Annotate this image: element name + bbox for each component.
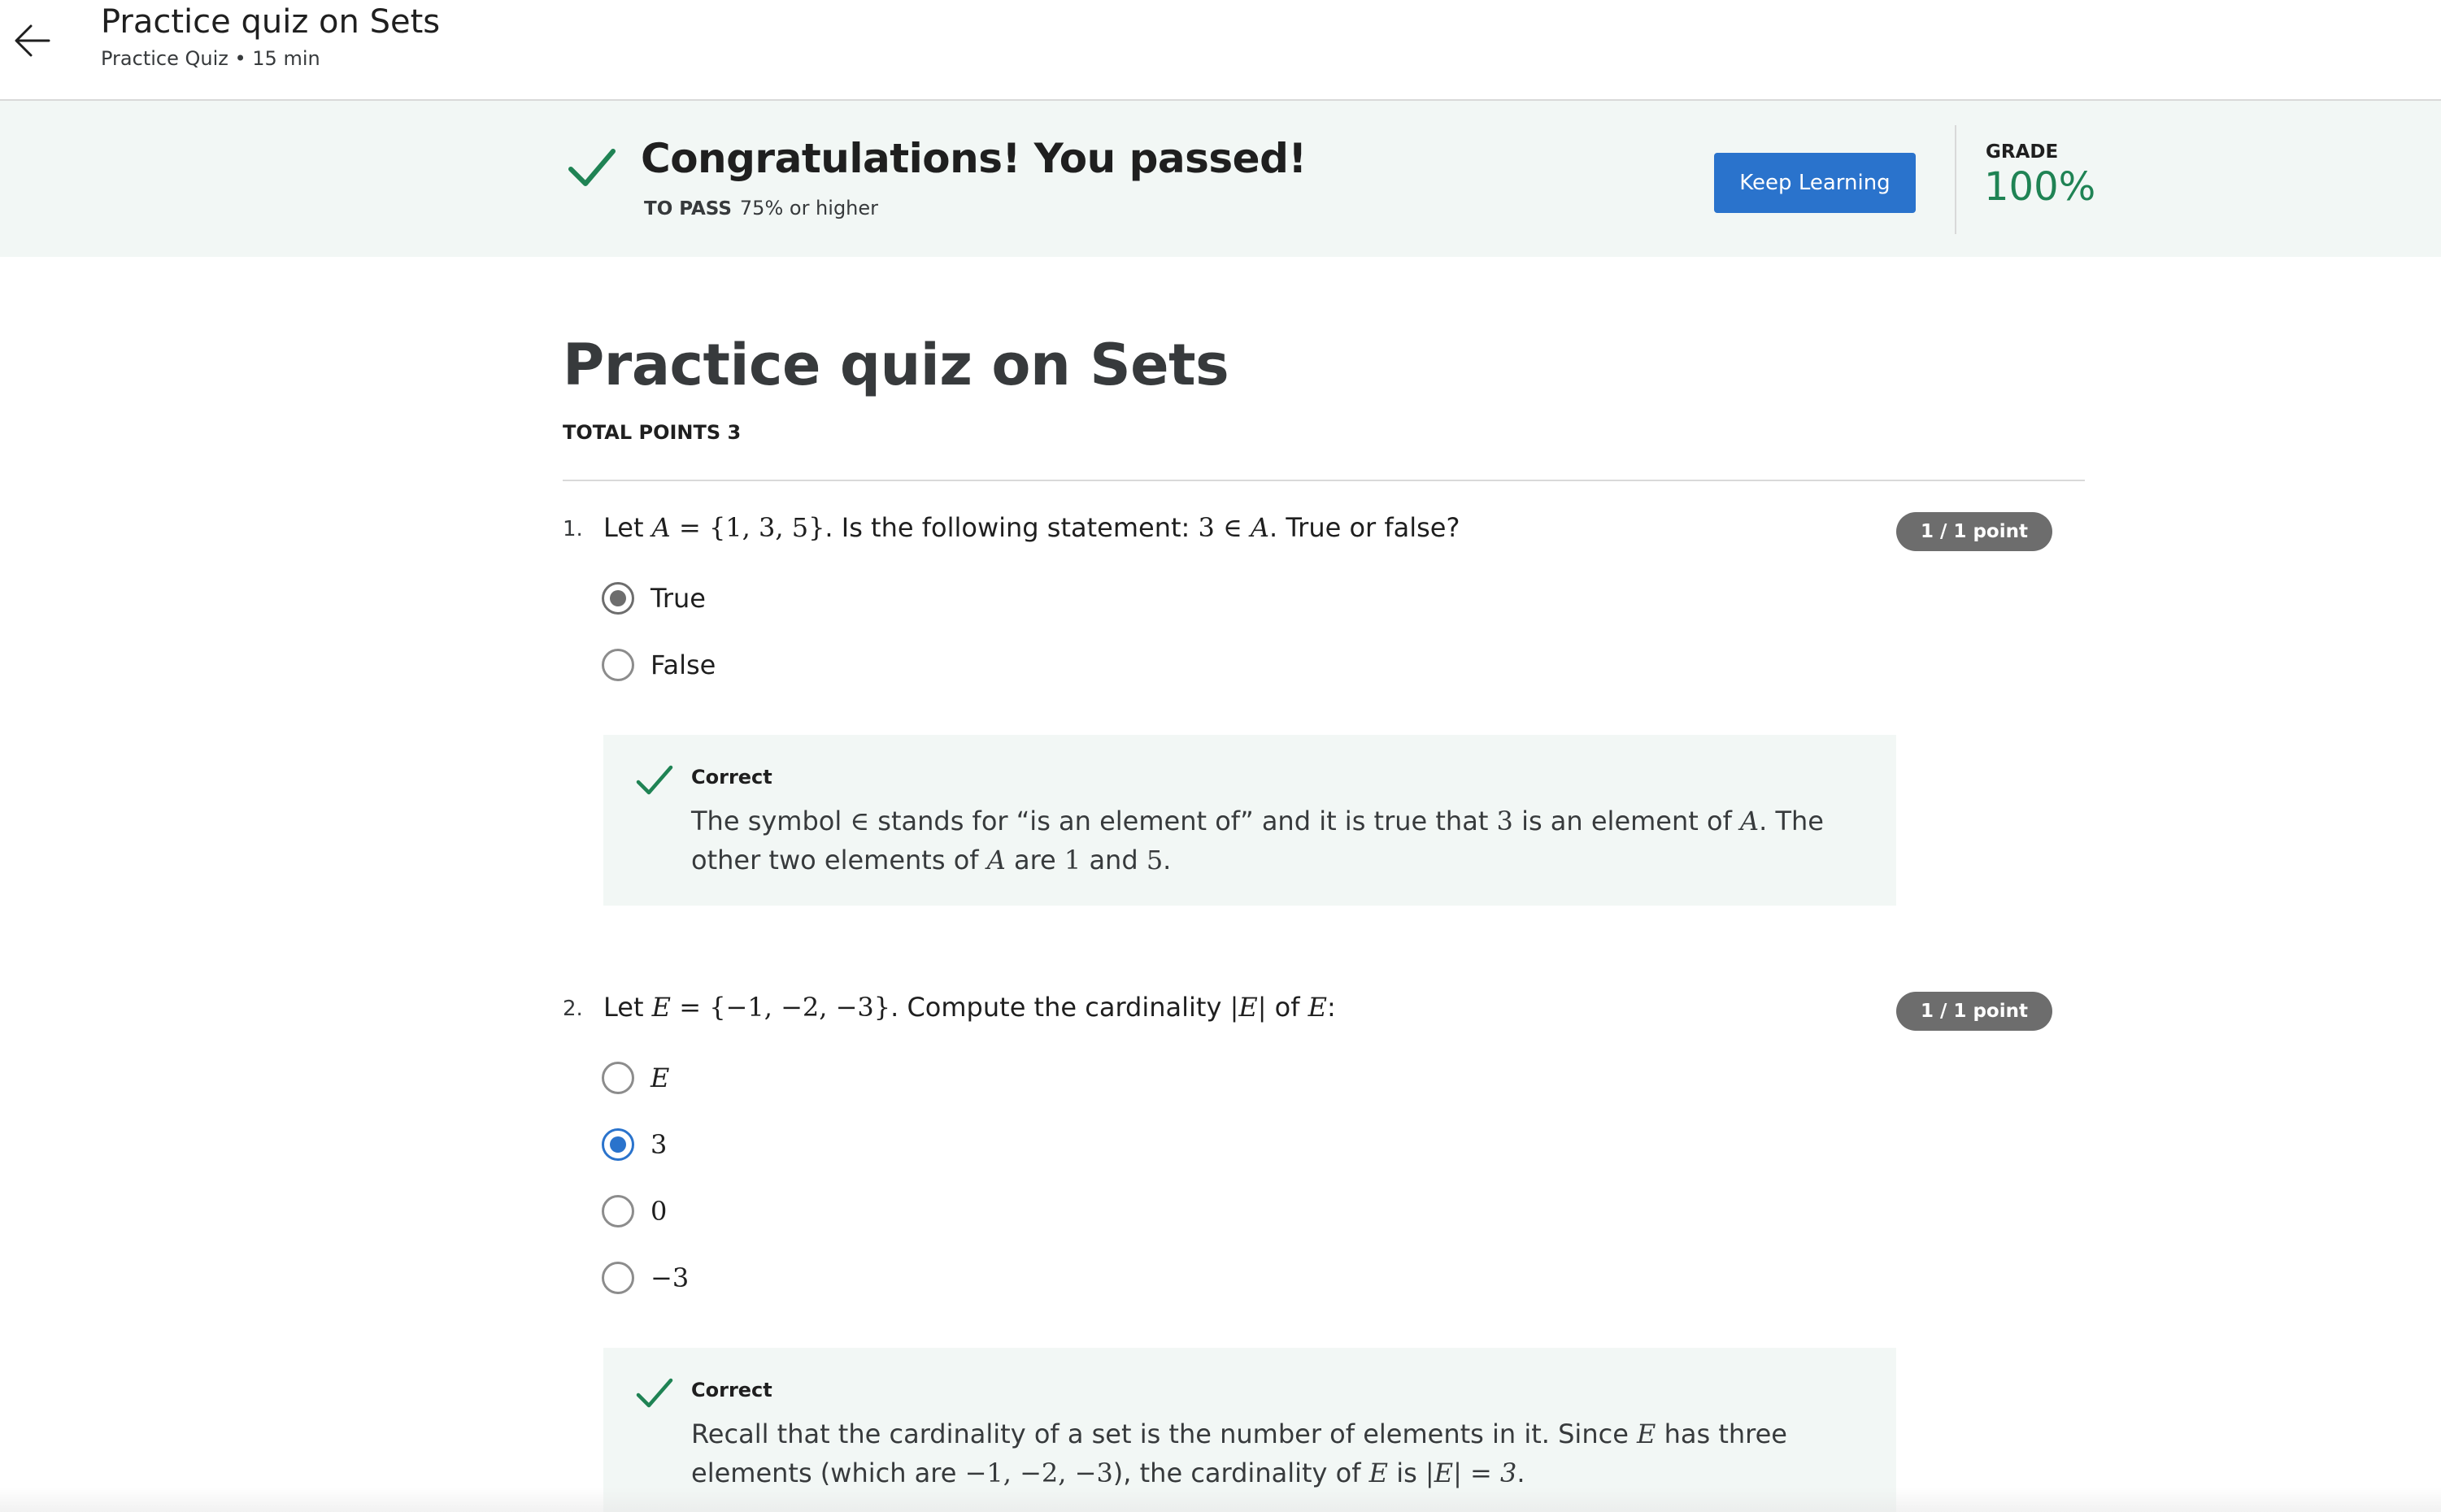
answer-option-minus-3[interactable]: −3 bbox=[602, 1258, 689, 1297]
radio-button[interactable] bbox=[602, 582, 634, 615]
option-label: False bbox=[650, 650, 716, 680]
divider bbox=[563, 480, 2085, 481]
answer-option-false[interactable]: False bbox=[602, 645, 716, 684]
radio-button[interactable] bbox=[602, 1062, 634, 1094]
grade-value: 100% bbox=[1984, 164, 2096, 210]
to-pass-label: TO PASS bbox=[644, 198, 732, 219]
question-text: Let E = {−1, −2, −3}. Compute the cardin… bbox=[603, 992, 1336, 1023]
answer-option-true[interactable]: True bbox=[602, 579, 706, 618]
quiz-title: Practice quiz on Sets bbox=[563, 332, 1229, 398]
option-label: 3 bbox=[650, 1129, 668, 1160]
question-number: 2. bbox=[563, 997, 583, 1021]
result-banner: Congratulations! You passed! TO PASS 75% … bbox=[0, 101, 2441, 257]
option-label: True bbox=[650, 583, 706, 614]
check-icon bbox=[636, 1378, 673, 1408]
feedback-status: Correct bbox=[691, 1379, 772, 1401]
radio-button[interactable] bbox=[602, 649, 634, 681]
result-title: Congratulations! You passed! bbox=[641, 135, 1307, 182]
radio-button[interactable] bbox=[602, 1195, 634, 1227]
points-badge: 1 / 1 point bbox=[1896, 512, 2052, 551]
feedback-text: Recall that the cardinality of a set is … bbox=[691, 1419, 1787, 1488]
page-header-subtitle: Practice Quiz • 15 min bbox=[101, 47, 320, 70]
answer-option-e[interactable]: E bbox=[602, 1058, 669, 1097]
page-header-title: Practice quiz on Sets bbox=[101, 3, 441, 41]
arrow-left-icon[interactable] bbox=[10, 18, 55, 63]
feedback-box: Correct The symbol ∈ stands for “is an e… bbox=[603, 735, 1896, 906]
keep-learning-button[interactable]: Keep Learning bbox=[1714, 153, 1916, 213]
radio-button[interactable] bbox=[602, 1262, 634, 1294]
check-icon bbox=[568, 149, 616, 186]
total-points: TOTAL POINTS 3 bbox=[563, 421, 742, 444]
grade-label: GRADE bbox=[1986, 141, 2059, 163]
answer-option-3[interactable]: 3 bbox=[602, 1125, 667, 1164]
option-label: E bbox=[650, 1062, 670, 1093]
to-pass-value: 75% or higher bbox=[739, 197, 879, 219]
top-bar: Practice quiz on Sets Practice Quiz • 15… bbox=[0, 0, 2441, 101]
points-badge: 1 / 1 point bbox=[1896, 992, 2052, 1031]
question-text: Let A = {1, 3, 5}. Is the following stat… bbox=[603, 512, 1460, 543]
feedback-status: Correct bbox=[691, 766, 772, 789]
option-label: 0 bbox=[650, 1196, 668, 1227]
answer-option-0[interactable]: 0 bbox=[602, 1192, 667, 1231]
scroll-fade bbox=[0, 1488, 2441, 1512]
option-label: −3 bbox=[650, 1262, 690, 1293]
check-icon bbox=[636, 765, 673, 795]
feedback-text: The symbol ∈ stands for “is an element o… bbox=[691, 806, 1824, 875]
pass-requirement: TO PASS 75% or higher bbox=[644, 197, 878, 219]
radio-button[interactable] bbox=[602, 1128, 634, 1161]
divider bbox=[1955, 125, 1956, 234]
question-number: 1. bbox=[563, 517, 583, 541]
